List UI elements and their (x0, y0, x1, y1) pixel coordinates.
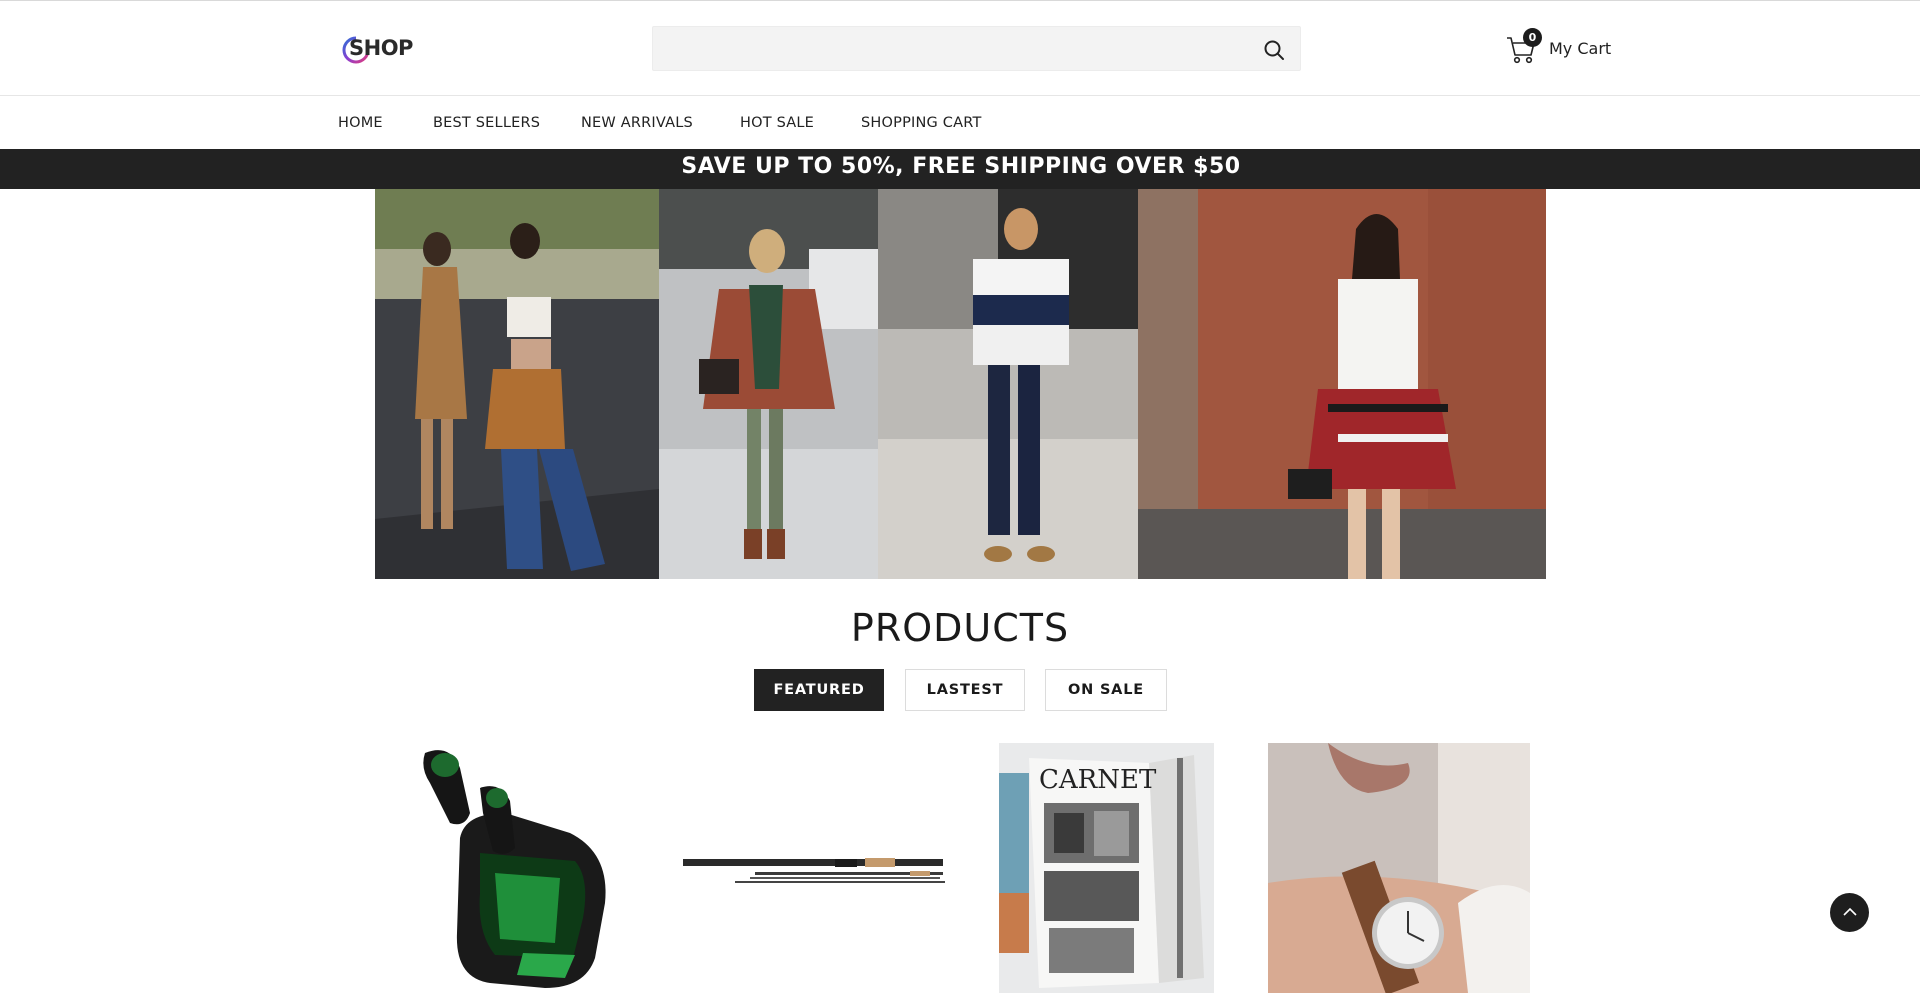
promo-text: SAVE UP TO 50%, FREE SHIPPING OVER $50 (681, 154, 1241, 179)
scroll-to-top-button[interactable] (1830, 893, 1869, 932)
hero-panel-2 (659, 189, 878, 579)
search-bar (652, 26, 1301, 71)
cart-count-badge: 0 (1523, 28, 1542, 47)
hero-banner-image[interactable] (375, 189, 1546, 579)
chevron-up-icon (1843, 907, 1857, 916)
nav-home[interactable]: HOME (338, 115, 383, 131)
search-input[interactable] (653, 27, 1243, 70)
search-icon (1264, 40, 1284, 60)
cart-button[interactable]: 0 My Cart (1506, 28, 1612, 67)
nav-shopping-cart[interactable]: SHOPPING CART (861, 115, 982, 131)
hero-panel-4 (1138, 189, 1546, 579)
tab-lastest[interactable]: LASTEST (905, 669, 1025, 711)
promo-banner: SAVE UP TO 50%, FREE SHIPPING OVER $50 (0, 149, 1920, 189)
product-image-earbuds[interactable] (405, 743, 635, 993)
cart-label: My Cart (1549, 39, 1612, 58)
hero-panel-3 (878, 189, 1138, 579)
nav-new-arrivals[interactable]: NEW ARRIVALS (581, 115, 693, 131)
hero-panel-1 (375, 189, 659, 579)
tab-on-sale[interactable]: ON SALE (1045, 669, 1167, 711)
svg-text:CARNET: CARNET (1039, 765, 1157, 795)
site-header: SHOP 0 My Cart (0, 1, 1920, 96)
product-image-fishing-rod[interactable] (675, 743, 950, 993)
tab-featured[interactable]: FEATURED (754, 669, 884, 711)
product-image-magazine[interactable]: CARNET (999, 743, 1214, 993)
product-image-watch[interactable] (1268, 743, 1530, 993)
main-nav: HOME BEST SELLERS NEW ARRIVALS HOT SALE … (0, 97, 1920, 149)
products-title: PRODUCTS (850, 606, 1070, 650)
logo-text: SHOP (349, 36, 413, 60)
shop-logo[interactable]: SHOP (340, 34, 413, 66)
search-button[interactable] (1262, 38, 1286, 62)
nav-hot-sale[interactable]: HOT SALE (740, 115, 814, 131)
nav-best-sellers[interactable]: BEST SELLERS (433, 115, 540, 131)
